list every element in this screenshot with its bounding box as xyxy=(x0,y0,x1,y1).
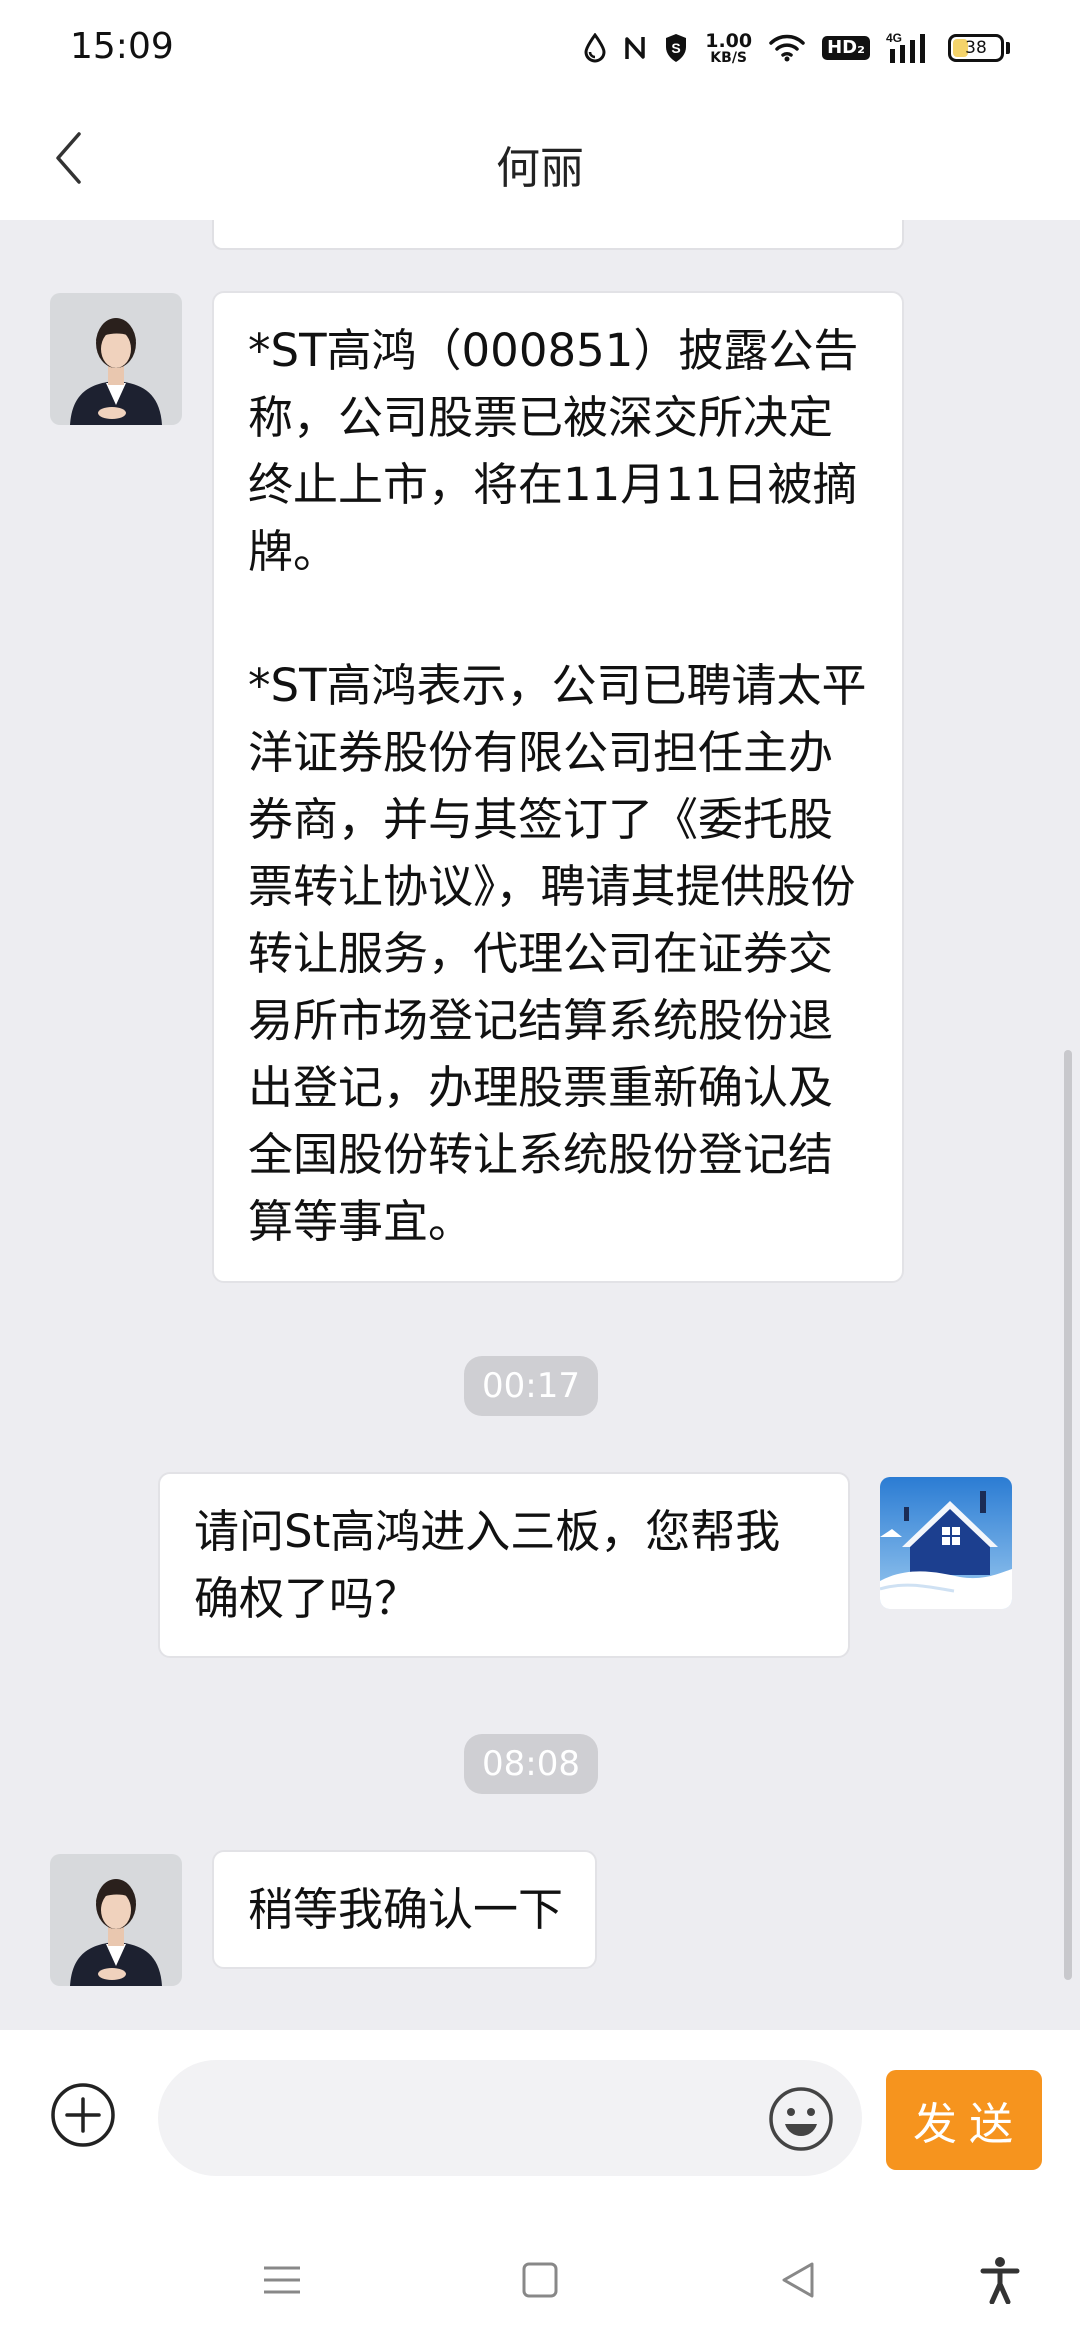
shield-icon: S xyxy=(663,32,689,64)
menu-icon xyxy=(264,2266,300,2294)
wifi-icon xyxy=(768,33,806,63)
battery-indicator: 38 xyxy=(948,34,1010,62)
accessibility-button[interactable] xyxy=(976,2256,1024,2304)
status-bar: 15:09 S 1.00 KB/S HD₂ 4G 38 xyxy=(0,0,1080,96)
nfc-icon xyxy=(623,33,647,63)
smiley-icon xyxy=(769,2087,833,2151)
message-timestamp: 00:17 xyxy=(464,1356,598,1416)
nav-home-button[interactable] xyxy=(516,2256,564,2304)
chat-scrollbar[interactable] xyxy=(1064,1050,1072,1980)
contact-avatar[interactable] xyxy=(50,293,182,425)
accessibility-icon xyxy=(980,2257,1020,2304)
plus-circle-icon xyxy=(51,2083,115,2147)
add-attachment-button[interactable] xyxy=(50,2082,116,2148)
send-button[interactable]: 发送 xyxy=(886,2070,1042,2170)
message-bubble-received[interactable]: *ST高鸿（000851）披露公告称，公司股票已被深交所决定终止上市，将在11月… xyxy=(212,291,904,1283)
message-bubble-sent[interactable]: 请问St高鸿进入三板，您帮我确权了吗？ xyxy=(158,1472,850,1658)
contact-avatar[interactable] xyxy=(50,1854,182,1986)
drop-icon xyxy=(583,33,607,63)
nav-back-button[interactable] xyxy=(774,2256,822,2304)
triangle-back-icon xyxy=(782,2262,814,2298)
chat-message-list[interactable]: *ST高鸿（000851）披露公告称，公司股票已被深交所决定终止上市，将在11月… xyxy=(0,220,1080,2030)
network-speed: 1.00 KB/S xyxy=(705,29,753,66)
network-speed-unit: KB/S xyxy=(710,49,748,66)
message-text: *ST高鸿表示，公司已聘请太平洋证券股份有限公司担任主办券商，并与其签订了《委托… xyxy=(248,659,867,1248)
cellular-signal-icon: 4G xyxy=(886,31,932,65)
emoji-button[interactable] xyxy=(768,2086,834,2152)
svg-text:S: S xyxy=(672,40,681,56)
battery-level: 38 xyxy=(965,38,987,58)
chat-header: 何丽 xyxy=(0,96,1080,220)
square-icon xyxy=(522,2262,558,2298)
signal-label: 4G xyxy=(886,31,902,45)
nav-menu-button[interactable] xyxy=(258,2256,306,2304)
message-input[interactable] xyxy=(158,2060,862,2176)
message-text: *ST高鸿（000851）披露公告称，公司股票已被深交所决定终止上市，将在11月… xyxy=(248,324,859,578)
message-bubble-received[interactable]: 稍等我确认一下 xyxy=(212,1850,598,1969)
message-timestamp: 08:08 xyxy=(464,1734,598,1794)
hd-badge: HD₂ xyxy=(822,36,870,60)
network-speed-value: 1.00 xyxy=(705,29,753,52)
page-title: 何丽 xyxy=(496,143,584,194)
message-text: 请问St高鸿进入三板，您帮我确权了吗？ xyxy=(194,1505,781,1625)
message-input-bar: 发送 xyxy=(0,2030,1080,2220)
status-icons: S 1.00 KB/S HD₂ 4G 38 xyxy=(583,26,1010,70)
message-text: 稍等我确认一下 xyxy=(248,1883,564,1936)
system-nav-bar xyxy=(0,2220,1080,2340)
status-time: 15:09 xyxy=(70,26,174,67)
user-avatar[interactable] xyxy=(880,1477,1012,1609)
previous-message-bubble xyxy=(212,220,904,250)
